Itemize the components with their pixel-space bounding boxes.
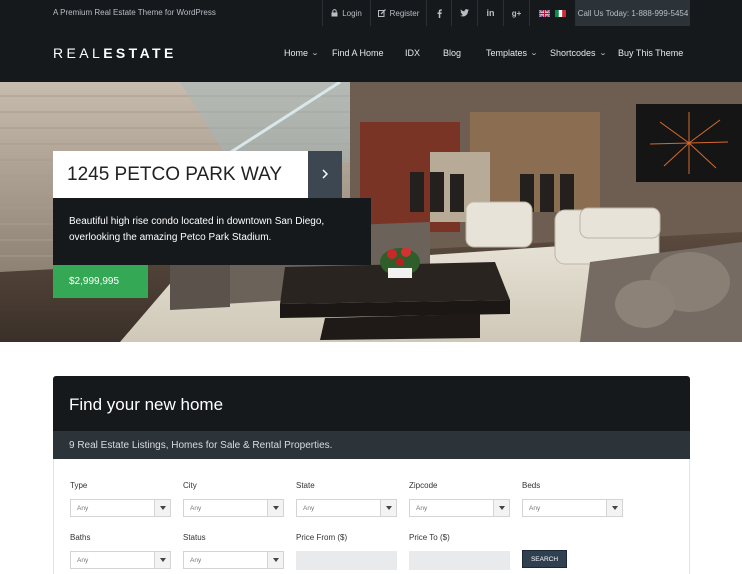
- caret-down-icon: [380, 500, 396, 516]
- facebook-link[interactable]: [426, 0, 451, 26]
- zipcode-value: Any: [416, 505, 428, 512]
- nav-find-a-home-label: Find A Home: [332, 48, 384, 58]
- state-select[interactable]: Any: [296, 499, 397, 517]
- nav-idx[interactable]: IDX: [405, 48, 420, 58]
- google-plus-icon: g+: [511, 8, 522, 18]
- nav-home-label: Home: [284, 48, 309, 58]
- logo-light-text: REAL: [53, 45, 104, 61]
- logo-bold-text: ESTATE: [103, 45, 177, 61]
- search-panel-subheader: 9 Real Estate Listings, Homes for Sale &…: [53, 431, 690, 459]
- caret-down-icon: [267, 500, 283, 516]
- search-button[interactable]: SEARCH: [522, 550, 567, 568]
- register-link[interactable]: Register: [370, 0, 426, 26]
- twitter-link[interactable]: [451, 0, 477, 26]
- beds-value: Any: [529, 505, 541, 512]
- nav-find-a-home[interactable]: Find A Home: [332, 48, 384, 58]
- caret-down-icon: [267, 552, 283, 568]
- login-link[interactable]: Login: [322, 0, 370, 26]
- caret-down-icon: [606, 500, 622, 516]
- caret-down-icon: [154, 500, 170, 516]
- beds-label: Beds: [522, 481, 541, 490]
- nav-shortcodes[interactable]: Shortcodes ⌄: [550, 48, 607, 58]
- nav-home[interactable]: Home ⌄: [284, 48, 320, 58]
- zipcode-label: Zipcode: [409, 481, 438, 490]
- state-value: Any: [303, 505, 315, 512]
- chevron-down-icon: ⌄: [310, 50, 320, 57]
- english-flag-icon[interactable]: [539, 9, 550, 17]
- italian-flag-icon[interactable]: [555, 9, 566, 17]
- listing-price-box: $2,999,995: [53, 265, 148, 298]
- baths-value: Any: [77, 557, 89, 564]
- type-label: Type: [70, 481, 88, 490]
- baths-label: Baths: [70, 533, 91, 542]
- nav-templates[interactable]: Templates ⌄: [486, 48, 539, 58]
- linkedin-icon: in: [486, 8, 495, 18]
- listing-price: $2,999,995: [69, 276, 120, 287]
- city-label: City: [183, 481, 197, 490]
- lock-icon: [331, 9, 338, 17]
- price-from-input[interactable]: [296, 551, 397, 570]
- search-panel-header: Find your new home: [53, 376, 690, 431]
- search-panel-title: Find your new home: [69, 395, 224, 414]
- slider-next-button[interactable]: [308, 151, 342, 198]
- nav-buy-theme[interactable]: Buy This Theme: [618, 48, 683, 58]
- twitter-icon: [460, 9, 469, 17]
- phone-number: Call Us Today: 1-888-999-5454: [575, 0, 690, 26]
- type-value: Any: [77, 505, 89, 512]
- state-label: State: [296, 481, 315, 490]
- listing-title-box[interactable]: 1245 PETCO PARK WAY: [53, 151, 308, 198]
- caret-down-icon: [493, 500, 509, 516]
- price-from-label: Price From ($): [296, 533, 348, 542]
- nav-shortcodes-label: Shortcodes: [550, 48, 596, 58]
- status-value: Any: [190, 557, 202, 564]
- nav-idx-label: IDX: [405, 48, 421, 58]
- caret-down-icon: [154, 552, 170, 568]
- status-label: Status: [183, 533, 206, 542]
- status-select[interactable]: Any: [183, 551, 284, 569]
- chevron-right-icon: [322, 166, 329, 184]
- city-select[interactable]: Any: [183, 499, 284, 517]
- price-to-label: Price To ($): [409, 533, 450, 542]
- linkedin-link[interactable]: in: [477, 0, 503, 26]
- listing-title: 1245 PETCO PARK WAY: [67, 164, 283, 185]
- zipcode-select[interactable]: Any: [409, 499, 510, 517]
- edit-icon: [377, 9, 386, 17]
- nav-buy-theme-label: Buy This Theme: [618, 48, 684, 58]
- google-plus-link[interactable]: g+: [503, 0, 529, 26]
- listing-description-box: Beautiful high rise condo located in dow…: [53, 198, 371, 265]
- login-label: Login: [342, 8, 362, 18]
- facebook-icon: [437, 8, 442, 18]
- register-label: Register: [389, 8, 420, 18]
- type-select[interactable]: Any: [70, 499, 171, 517]
- beds-select[interactable]: Any: [522, 499, 623, 517]
- top-bar: A Premium Real Estate Theme for WordPres…: [0, 0, 742, 26]
- baths-select[interactable]: Any: [70, 551, 171, 569]
- search-panel-subtitle: 9 Real Estate Listings, Homes for Sale &…: [69, 440, 333, 451]
- nav-blog-label: Blog: [443, 48, 462, 58]
- listing-description: Beautiful high rise condo located in dow…: [69, 216, 325, 243]
- chevron-down-icon: ⌄: [598, 50, 607, 57]
- city-value: Any: [190, 505, 202, 512]
- site-logo[interactable]: REALESTATE: [53, 45, 177, 61]
- nav-blog[interactable]: Blog: [443, 48, 461, 58]
- site-tagline: A Premium Real Estate Theme for WordPres…: [53, 8, 216, 17]
- language-switcher[interactable]: [529, 0, 575, 26]
- chevron-down-icon: ⌄: [529, 50, 539, 57]
- price-to-input[interactable]: [409, 551, 510, 570]
- site-header: REALESTATE Home ⌄ Find A Home IDX Blog T…: [0, 26, 742, 82]
- nav-templates-label: Templates: [486, 48, 528, 58]
